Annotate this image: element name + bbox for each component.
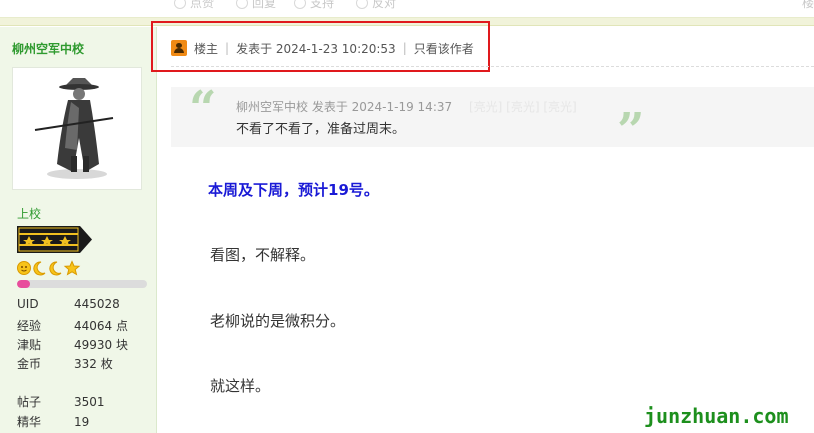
stat-row-uid: UID 445028 (17, 297, 120, 311)
level-progress-bar (17, 280, 147, 288)
post-paragraph: 老柳说的是微积分。 (210, 312, 346, 330)
avatar[interactable] (12, 67, 142, 190)
stat-row-digest: 精华 19 (17, 415, 90, 429)
oppose-button[interactable]: 反对 (356, 0, 396, 11)
highlight-annotation-box (151, 21, 490, 72)
quote-faint-text: [亮光] [亮光] [亮光] (469, 100, 577, 114)
floor-label: 楼 (802, 0, 814, 10)
quote-close-icon: ” (617, 103, 645, 159)
post-paragraph: 看图，不解释。 (210, 246, 316, 264)
moon-icon (49, 261, 62, 276)
author-profile-panel: 柳州空军中校 上校 UID 445028 经验 44064 点 津贴 49930… (0, 27, 157, 433)
quote-block: “ 柳州空军中校 发表于 2024-1-19 14:37 [亮光] [亮光] [… (171, 81, 814, 159)
thumbs-up-icon (294, 0, 306, 9)
sun-face-icon (17, 261, 31, 275)
ninja-avatar-image (13, 68, 141, 189)
medal-row (17, 260, 81, 276)
stat-row-posts: 帖子 3501 (17, 395, 105, 409)
stat-row-gold: 金币 332 枚 (17, 357, 113, 371)
site-watermark: junzhuan.com (644, 404, 789, 428)
quote-open-icon: “ (189, 81, 217, 137)
stat-row-allowance: 津贴 49930 块 (17, 338, 128, 352)
level-progress-fill (17, 280, 30, 288)
post-paragraph: 就这样。 (210, 377, 271, 395)
quote-author-time: 柳州空军中校 发表于 2024-1-19 14:37 (236, 100, 453, 114)
moon-icon (33, 261, 46, 276)
support-button[interactable]: 支持 (294, 0, 334, 11)
digest-link[interactable]: 19 (74, 415, 89, 429)
author-username-link[interactable]: 柳州空军中校 (12, 40, 84, 57)
star-icon (63, 260, 81, 276)
uid-link[interactable]: 445028 (74, 297, 120, 311)
thumbs-down-icon (356, 0, 368, 9)
post-headline: 本周及下周，预计19号。 (208, 181, 379, 199)
reply-button[interactable]: 回复 (236, 0, 276, 11)
like-button[interactable]: 点赞 (174, 0, 214, 11)
stat-row-exp: 经验 44064 点 (17, 319, 128, 333)
header-divider (171, 66, 814, 67)
posts-link[interactable]: 3501 (74, 395, 105, 409)
user-rank: 上校 (17, 207, 42, 221)
post-action-toolbar: 点赞 回复 支持 反对 楼 (0, 0, 814, 18)
quote-text: 不看了不看了，准备过周末。 (236, 122, 406, 137)
like-icon (174, 0, 186, 9)
rank-badge-icon (17, 226, 92, 253)
reply-icon (236, 0, 248, 9)
